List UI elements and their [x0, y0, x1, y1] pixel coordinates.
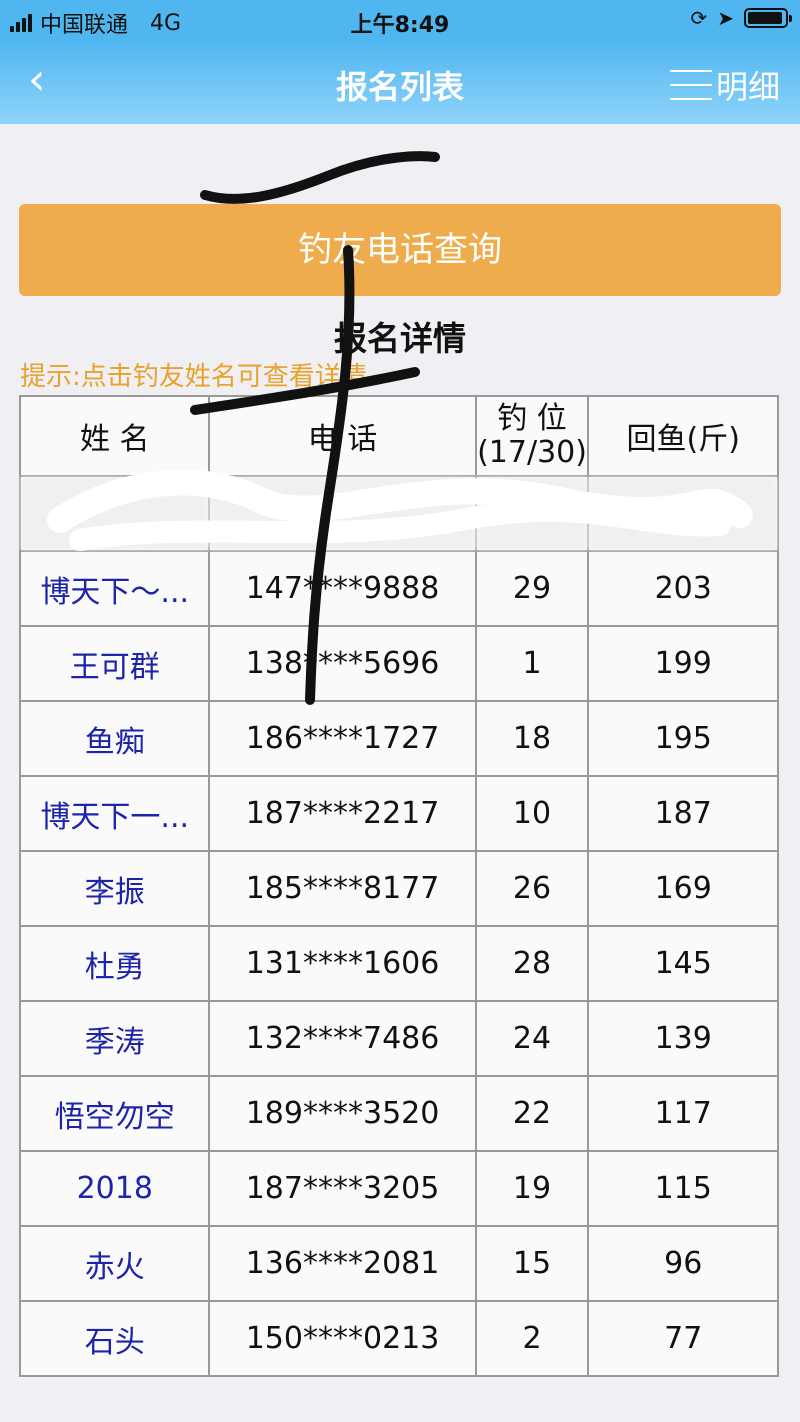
fish-weight-cell: 117: [587, 1075, 779, 1152]
angler-name-link[interactable]: 2018: [18, 1150, 211, 1227]
fish-weight-cell: 187: [587, 775, 779, 852]
seat-cell: 22: [474, 1075, 590, 1152]
seat-cell: 18: [474, 700, 590, 777]
angler-name-link[interactable]: 石头: [18, 1300, 211, 1377]
table-row: 博天下一... 187****2217 10 187: [18, 775, 779, 852]
section-title: 报名详情: [334, 319, 466, 358]
table-row: 石头 150****0213 2 77: [18, 1300, 779, 1377]
menu-icon: [669, 70, 712, 100]
fish-weight-cell: 195: [587, 700, 779, 777]
table-header-row: 姓 名 电 话 钓 位 (17/30) 回鱼(斤): [18, 395, 779, 477]
fish-weight-cell: 199: [587, 625, 779, 702]
angler-name-link[interactable]: 杜勇: [18, 925, 211, 1002]
redacted-cell: [18, 475, 211, 552]
fish-weight-cell: 77: [587, 1300, 779, 1377]
table-row: 博天下～... 147****9888 29 203: [18, 550, 779, 627]
angler-phone-query-button[interactable]: 钓友电话查询: [19, 204, 781, 296]
header-name: 姓 名: [18, 395, 211, 477]
angler-name-link[interactable]: 悟空勿空: [18, 1075, 211, 1152]
redacted-cell: [474, 475, 590, 552]
table-row-redacted: [18, 475, 779, 552]
header-seat-count: (17/30): [477, 435, 587, 470]
nav-bar: ‹ 报名列表 明细: [0, 40, 800, 124]
fish-weight-cell: 203: [587, 550, 779, 627]
fish-weight-cell: 169: [587, 850, 779, 927]
phone-cell: 131****1606: [208, 925, 477, 1002]
seat-cell: 26: [474, 850, 590, 927]
redacted-cell: [208, 475, 477, 552]
phone-cell: 136****2081: [208, 1225, 477, 1302]
angler-name-link[interactable]: 李振: [18, 850, 211, 927]
rotation-lock-icon: ⟳: [690, 6, 708, 30]
phone-cell: 132****7486: [208, 1000, 477, 1077]
phone-cell: 186****1727: [208, 700, 477, 777]
phone-cell: 147****9888: [208, 550, 477, 627]
angler-name-link[interactable]: 鱼痴: [18, 700, 211, 777]
table-row: 悟空勿空 189****3520 22 117: [18, 1075, 779, 1152]
seat-cell: 24: [474, 1000, 590, 1077]
status-right: ⟳ ➤: [690, 6, 792, 30]
table-row: 王可群 138****5696 1 199: [18, 625, 779, 702]
redacted-cell: [587, 475, 779, 552]
seat-cell: 19: [474, 1150, 590, 1227]
angler-name-link[interactable]: 博天下～...: [18, 550, 211, 627]
header-seat: 钓 位 (17/30): [474, 395, 590, 477]
seat-cell: 28: [474, 925, 590, 1002]
fish-weight-cell: 139: [587, 1000, 779, 1077]
phone-cell: 189****3520: [208, 1075, 477, 1152]
fish-weight-cell: 96: [587, 1225, 779, 1302]
battery-icon: [744, 8, 792, 28]
detail-button[interactable]: 明细: [669, 62, 780, 108]
seat-cell: 15: [474, 1225, 590, 1302]
phone-cell: 187****3205: [208, 1150, 477, 1227]
fish-weight-cell: 115: [587, 1150, 779, 1227]
angler-name-link[interactable]: 季涛: [18, 1000, 211, 1077]
fish-weight-cell: 145: [587, 925, 779, 1002]
phone-cell: 150****0213: [208, 1300, 477, 1377]
table-row: 2018 187****3205 19 115: [18, 1150, 779, 1227]
angler-name-link[interactable]: 博天下一...: [18, 775, 211, 852]
status-bar: 中国联通 4G 上午8:49 ⟳ ➤: [0, 0, 800, 40]
header-fish: 回鱼(斤): [587, 395, 779, 477]
table-row: 鱼痴 186****1727 18 195: [18, 700, 779, 777]
angler-name-link[interactable]: 王可群: [18, 625, 211, 702]
seat-cell: 10: [474, 775, 590, 852]
table-row: 杜勇 131****1606 28 145: [18, 925, 779, 1002]
table-row: 季涛 132****7486 24 139: [18, 1000, 779, 1077]
header-seat-label: 钓 位: [497, 401, 567, 436]
detail-label: 明细: [715, 68, 780, 106]
seat-cell: 2: [474, 1300, 590, 1377]
phone-cell: 185****8177: [208, 850, 477, 927]
table-row: 李振 185****8177 26 169: [18, 850, 779, 927]
header-phone: 电 话: [208, 395, 477, 477]
status-time: 上午8:49: [350, 13, 450, 38]
hint-text: 提示:点击钓友姓名可查看详情: [20, 362, 367, 392]
seat-cell: 1: [474, 625, 590, 702]
phone-cell: 187****2217: [208, 775, 477, 852]
angler-name-link[interactable]: 赤火: [18, 1225, 211, 1302]
signup-table: 姓 名 电 话 钓 位 (17/30) 回鱼(斤) 博天下～... 147****…: [18, 395, 779, 1377]
phone-cell: 138****5696: [208, 625, 477, 702]
table-row: 赤火 136****2081 15 96: [18, 1225, 779, 1302]
location-icon: ➤: [717, 6, 734, 30]
seat-cell: 29: [474, 550, 590, 627]
